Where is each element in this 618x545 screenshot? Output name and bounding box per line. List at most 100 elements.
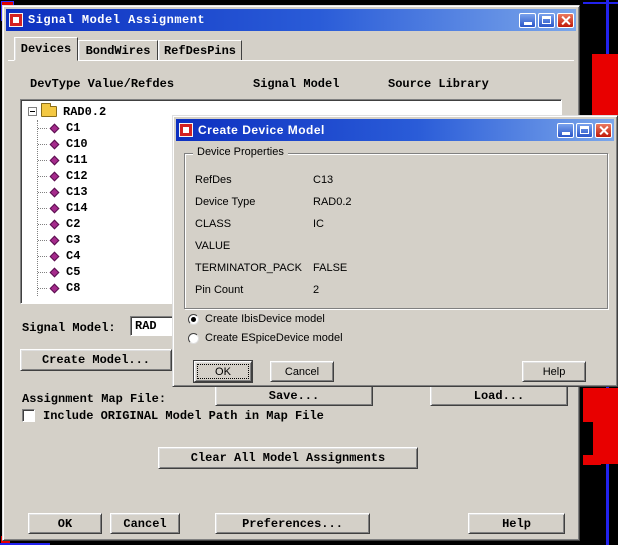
include-original-path-label: Include ORIGINAL Model Path in Map File (43, 409, 324, 423)
tree-item-label: C14 (66, 201, 88, 215)
maximize-icon (542, 16, 551, 24)
main-window-title: Signal Model Assignment (28, 13, 206, 27)
tab-bondwires[interactable]: BondWires (78, 40, 158, 61)
dialog-cancel-button[interactable]: Cancel (270, 361, 334, 382)
tree-connector (38, 287, 47, 289)
prop-value-pin-count: 2 (313, 284, 320, 296)
tree-item-label: C13 (66, 185, 88, 199)
tab-refdespins[interactable]: RefDesPins (158, 40, 242, 61)
radio-ibis-device[interactable]: Create IbisDevice model (188, 313, 325, 325)
close-button[interactable] (557, 12, 574, 28)
expander-icon[interactable] (28, 107, 37, 116)
ok-button[interactable]: OK (28, 513, 102, 534)
cancel-button[interactable]: Cancel (110, 513, 180, 534)
tree-root-label: RAD0.2 (63, 104, 107, 119)
prop-value-class: IC (313, 218, 324, 230)
capacitor-icon (49, 203, 60, 213)
radio-ibis-label: Create IbisDevice model (205, 313, 325, 325)
tree-connector (38, 271, 47, 273)
tree-connector (38, 175, 47, 177)
tree-connector (38, 143, 47, 145)
tree-connector (38, 207, 47, 209)
clear-all-label: Clear All Model Assignments (190, 451, 386, 465)
capacitor-icon (49, 123, 60, 133)
pcb-trace-top (583, 2, 618, 4)
ok-label: OK (57, 516, 73, 531)
capacitor-icon (49, 267, 60, 277)
dialog-ok-label: OK (215, 365, 231, 378)
load-button[interactable]: Load... (430, 385, 568, 406)
dialog-title: Create Device Model (198, 123, 325, 137)
dialog-titlebar[interactable]: Create Device Model (176, 119, 614, 141)
tree-item-label: C11 (66, 153, 88, 167)
tree-connector (38, 255, 47, 257)
load-label: Load... (473, 388, 525, 403)
prop-value-refdes: C13 (313, 174, 334, 186)
minimize-icon (523, 21, 532, 25)
close-icon (561, 16, 570, 25)
tab-refdespins-label: RefDesPins (163, 43, 236, 58)
capacitor-icon (49, 171, 60, 181)
create-model-label: Create Model... (41, 353, 151, 367)
create-device-model-dialog: Create Device Model Device Properties Re… (172, 115, 618, 387)
capacitor-icon (49, 219, 60, 229)
tree-item-label: C2 (66, 217, 81, 231)
help-button[interactable]: Help (468, 513, 565, 534)
minimize-button[interactable] (519, 12, 536, 28)
preferences-label: Preferences... (242, 516, 343, 531)
capacitor-icon (49, 155, 60, 165)
pcb-pad-bottomright-1 (583, 388, 618, 422)
capacitor-icon (49, 251, 60, 261)
dialog-ok-button[interactable]: OK (194, 361, 252, 382)
folder-icon (41, 103, 57, 117)
prop-label-value: VALUE (195, 240, 231, 252)
prop-label-refdes: RefDes (195, 174, 232, 186)
tree-connector (38, 223, 47, 225)
prop-label-device-type: Device Type (195, 196, 256, 208)
preferences-button[interactable]: Preferences... (215, 513, 370, 534)
tree-item-label: C12 (66, 169, 88, 183)
assignment-map-file-label: Assignment Map File: (22, 392, 167, 406)
radio-button-icon[interactable] (188, 313, 199, 325)
signal-model-label: Signal Model: (22, 321, 116, 335)
prop-label-class: CLASS (195, 218, 232, 230)
tab-bondwires-label: BondWires (85, 43, 151, 58)
tree-item-label: C4 (66, 249, 81, 263)
save-button[interactable]: Save... (215, 385, 373, 406)
maximize-button[interactable] (538, 12, 555, 28)
include-original-path-checkbox[interactable] (22, 409, 35, 422)
radio-button-icon[interactable] (188, 332, 199, 344)
clear-all-assignments-button[interactable]: Clear All Model Assignments (158, 447, 418, 469)
main-titlebar[interactable]: Signal Model Assignment (6, 9, 576, 31)
dialog-cancel-label: Cancel (284, 365, 320, 378)
tree-connector (38, 239, 47, 241)
tree-connector (38, 127, 47, 129)
tree-item-label: C8 (66, 281, 81, 295)
tab-devices-label: Devices (20, 42, 72, 56)
tab-devices[interactable]: Devices (14, 37, 78, 61)
minimize-icon (561, 131, 570, 135)
dialog-help-label: Help (542, 365, 566, 378)
tree-item-label: C3 (66, 233, 81, 247)
dialog-window-icon (179, 123, 193, 137)
dialog-help-button[interactable]: Help (522, 361, 586, 382)
prop-label-pin-count: Pin Count (195, 284, 244, 296)
maximize-icon (580, 126, 589, 134)
device-properties-group: Device Properties RefDes C13 Device Type… (184, 146, 608, 309)
radio-espice-device[interactable]: Create ESpiceDevice model (188, 332, 343, 344)
device-properties-group-label: Device Properties (193, 146, 288, 158)
close-icon (599, 126, 608, 135)
create-model-button[interactable]: Create Model... (20, 349, 172, 371)
dialog-close-button[interactable] (595, 122, 612, 138)
dialog-minimize-button[interactable] (557, 122, 574, 138)
tree-item-label: C10 (66, 137, 88, 151)
capacitor-icon (49, 235, 60, 245)
prop-value-terminator-pack: FALSE (313, 262, 348, 274)
dialog-maximize-button[interactable] (576, 122, 593, 138)
capacitor-icon (49, 139, 60, 149)
column-header-devtype: DevType Value/Refdes (30, 77, 175, 91)
prop-value-device-type: RAD0.2 (313, 196, 352, 208)
window-icon (9, 13, 23, 27)
column-header-signal-model: Signal Model (253, 77, 340, 91)
tree-connector (38, 159, 47, 161)
